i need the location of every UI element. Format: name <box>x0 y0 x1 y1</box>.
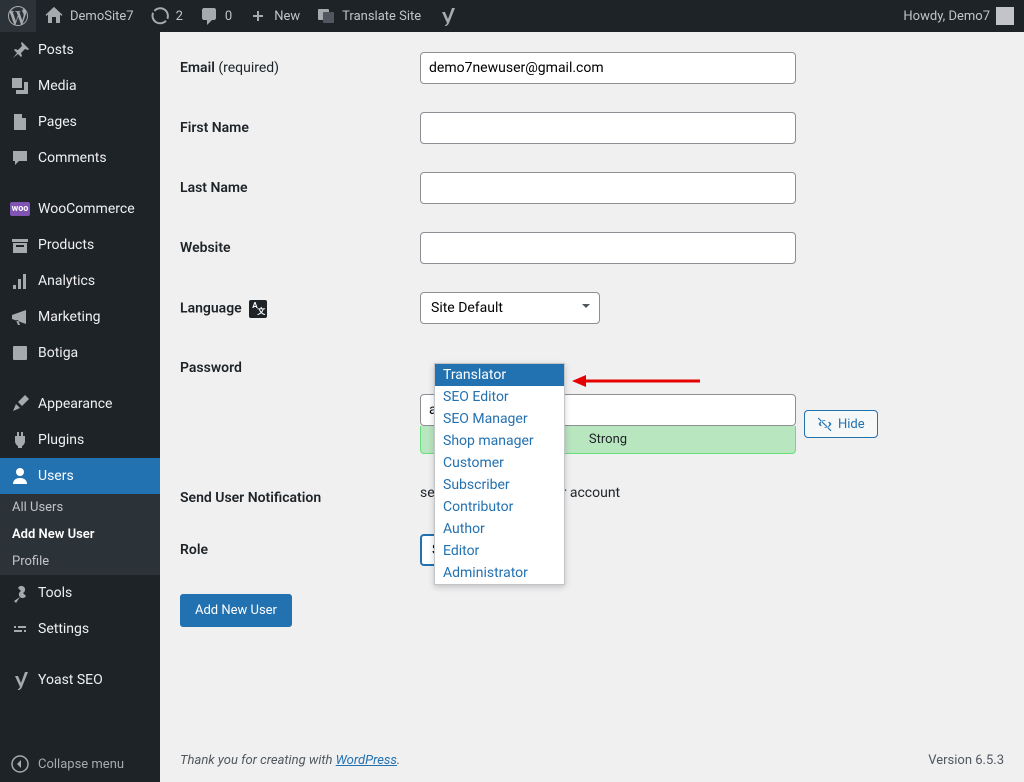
new-link[interactable]: New <box>240 0 308 32</box>
updates-link[interactable]: 2 <box>142 0 191 32</box>
pages-icon <box>10 112 30 132</box>
account-area[interactable]: Howdy, Demo7 <box>903 7 1024 25</box>
email-label: Email (required) <box>180 52 420 84</box>
menu-analytics[interactable]: Analytics <box>0 263 160 299</box>
marketing-icon <box>10 307 30 327</box>
admin-bar: DemoSite7 2 0 New Translate Site Howdy, … <box>0 0 1024 32</box>
submenu-all-users[interactable]: All Users <box>0 494 160 521</box>
home-icon <box>44 6 64 26</box>
comment-icon <box>199 6 219 26</box>
eye-slash-icon <box>817 416 833 432</box>
translate-link[interactable]: Translate Site <box>308 0 429 32</box>
menu-pages[interactable]: Pages <box>0 104 160 140</box>
role-option-editor[interactable]: Editor <box>435 540 564 562</box>
version-label: Version 6.5.3 <box>928 753 1004 768</box>
settings-icon <box>10 619 30 639</box>
menu-plugins[interactable]: Plugins <box>0 422 160 458</box>
hide-password-button[interactable]: Hide <box>804 410 878 438</box>
woocommerce-icon: woo <box>10 199 30 219</box>
menu-yoast[interactable]: Yoast SEO <box>0 662 160 698</box>
role-option-shop-manager[interactable]: Shop manager <box>435 430 564 452</box>
menu-marketing[interactable]: Marketing <box>0 299 160 335</box>
lastname-label: Last Name <box>180 172 420 204</box>
language-select[interactable]: Site Default <box>420 292 600 324</box>
wordpress-icon <box>8 6 28 26</box>
yoast-menu-icon <box>10 670 30 690</box>
menu-tools[interactable]: Tools <box>0 575 160 611</box>
firstname-input[interactable] <box>420 112 796 144</box>
wordpress-link[interactable]: WordPress <box>336 753 397 768</box>
menu-media[interactable]: Media <box>0 68 160 104</box>
website-label: Website <box>180 232 420 264</box>
role-option-seo-editor[interactable]: SEO Editor <box>435 386 564 408</box>
role-dropdown-popup: Translator SEO Editor SEO Manager Shop m… <box>434 363 565 585</box>
main-content: Email (required) First Name Last Name We… <box>160 32 1024 782</box>
tools-icon <box>10 583 30 603</box>
footer: Thank you for creating with WordPress. V… <box>160 739 1024 782</box>
products-icon <box>10 235 30 255</box>
updates-icon <box>150 6 170 26</box>
language-icon <box>249 300 267 318</box>
translate-icon <box>316 6 336 26</box>
avatar <box>996 7 1014 25</box>
users-icon <box>10 466 30 486</box>
add-new-user-button[interactable]: Add New User <box>180 594 292 627</box>
language-label: Language <box>180 292 420 324</box>
collapse-icon <box>10 754 30 774</box>
role-option-seo-manager[interactable]: SEO Manager <box>435 408 564 430</box>
role-option-translator[interactable]: Translator <box>435 364 564 386</box>
menu-woocommerce[interactable]: wooWooCommerce <box>0 191 160 227</box>
submenu-add-new-user[interactable]: Add New User <box>0 521 160 548</box>
menu-posts[interactable]: Posts <box>0 32 160 68</box>
site-link[interactable]: DemoSite7 <box>36 0 142 32</box>
admin-sidebar: Posts Media Pages Comments wooWooCommerc… <box>0 32 160 782</box>
pushpin-icon <box>10 40 30 60</box>
menu-products[interactable]: Products <box>0 227 160 263</box>
comments-link[interactable]: 0 <box>191 0 240 32</box>
role-option-author[interactable]: Author <box>435 518 564 540</box>
menu-comments[interactable]: Comments <box>0 140 160 176</box>
email-input[interactable] <box>420 52 796 84</box>
password-label: Password <box>180 352 420 454</box>
comments-icon <box>10 148 30 168</box>
analytics-icon <box>10 271 30 291</box>
role-option-customer[interactable]: Customer <box>435 452 564 474</box>
menu-users[interactable]: Users <box>0 458 160 494</box>
annotation-arrow <box>572 373 700 393</box>
submenu-profile[interactable]: Profile <box>0 548 160 575</box>
notification-label: Send User Notification <box>180 482 420 506</box>
role-option-contributor[interactable]: Contributor <box>435 496 564 518</box>
media-icon <box>10 76 30 96</box>
users-submenu: All Users Add New User Profile <box>0 494 160 575</box>
role-option-subscriber[interactable]: Subscriber <box>435 474 564 496</box>
wp-logo[interactable] <box>0 0 36 32</box>
collapse-menu[interactable]: Collapse menu <box>0 746 160 782</box>
firstname-label: First Name <box>180 112 420 144</box>
plus-icon <box>248 6 268 26</box>
role-option-administrator[interactable]: Administrator <box>435 562 564 584</box>
lastname-input[interactable] <box>420 172 796 204</box>
yoast-bar-link[interactable] <box>429 0 465 32</box>
menu-settings[interactable]: Settings <box>0 611 160 647</box>
website-input[interactable] <box>420 232 796 264</box>
role-label: Role <box>180 534 420 566</box>
menu-botiga[interactable]: Botiga <box>0 335 160 371</box>
plugins-icon <box>10 430 30 450</box>
appearance-icon <box>10 394 30 414</box>
botiga-icon <box>10 343 30 363</box>
menu-appearance[interactable]: Appearance <box>0 386 160 422</box>
yoast-icon <box>437 6 457 26</box>
